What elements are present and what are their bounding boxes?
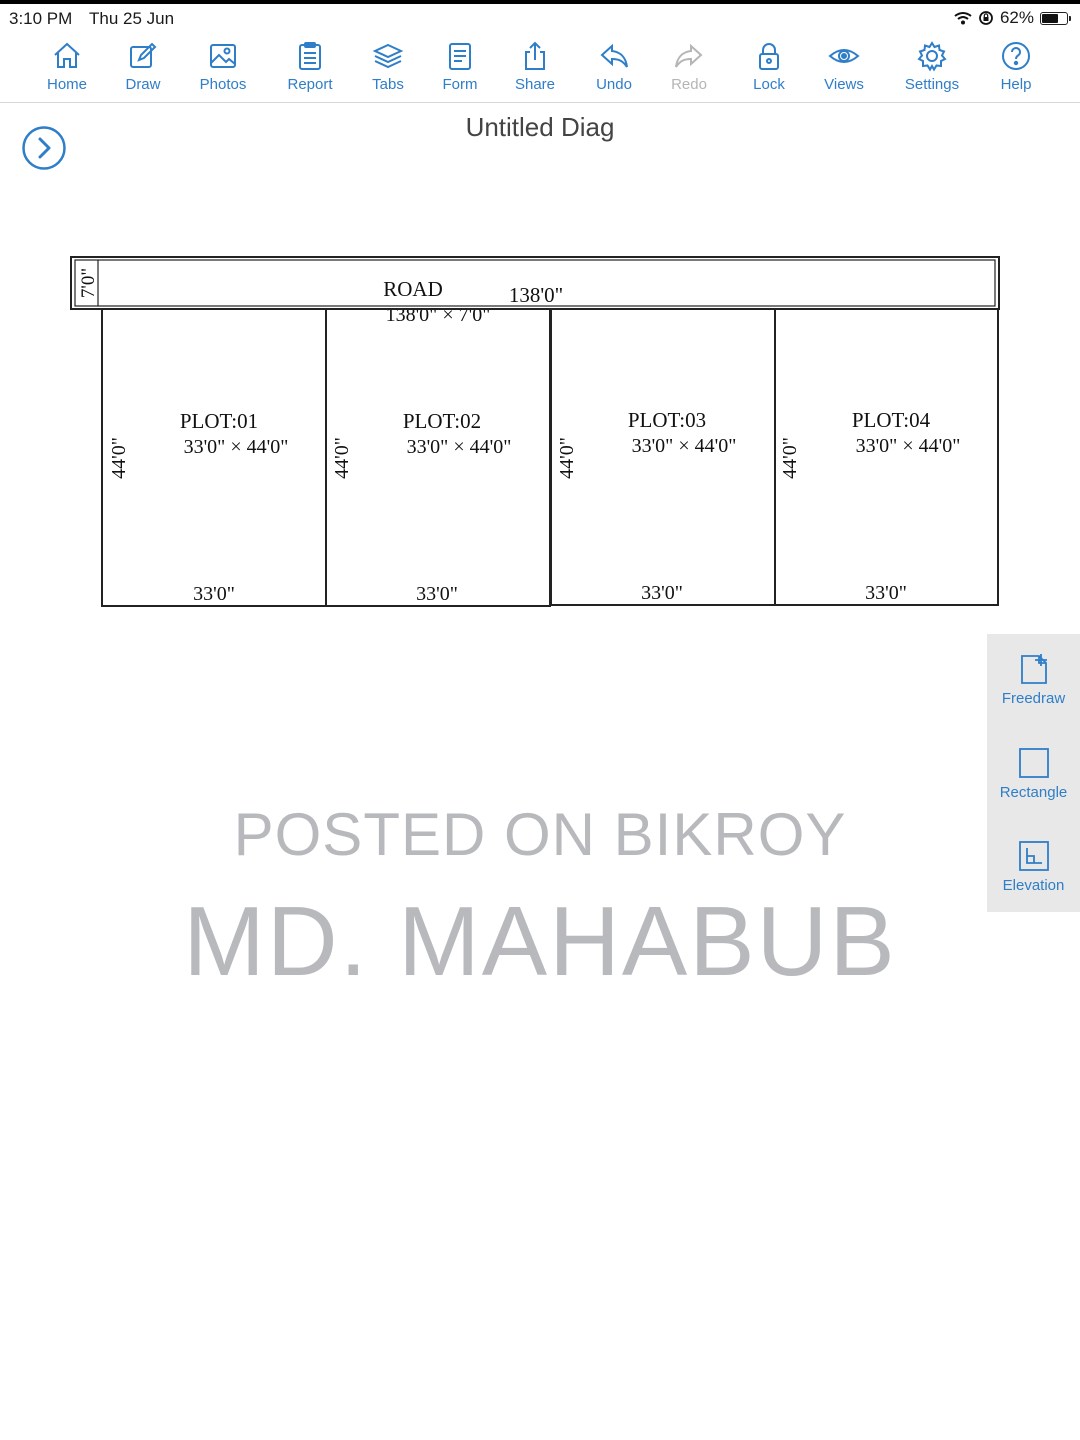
plot-1-depth: 44'0" <box>108 437 130 479</box>
road[interactable]: ROAD 138'0" 7'0" <box>70 256 1000 310</box>
side-tool-label: Rectangle <box>999 784 1068 801</box>
plot-4-size: 33'0" × 44'0" <box>856 435 961 457</box>
plot-3[interactable]: PLOT:03 33'0" × 44'0" 44'0" 33'0" <box>550 308 776 606</box>
plot-1-size: 33'0" × 44'0" <box>184 436 289 458</box>
watermark-line-1: POSTED ON BIKROY <box>233 801 847 868</box>
freedraw-button[interactable]: Freedraw <box>987 652 1080 707</box>
plot-3-size: 33'0" × 44'0" <box>632 435 737 457</box>
plot-3-depth: 44'0" <box>556 437 578 479</box>
plot-2-size: 33'0" × 44'0" <box>407 436 512 458</box>
rectangle-button[interactable]: Rectangle <box>987 746 1080 801</box>
plot-2-depth: 44'0" <box>331 437 353 479</box>
plot-1[interactable]: PLOT:01 33'0" × 44'0" 44'0" 33'0" <box>101 308 327 607</box>
rectangle-icon <box>1018 748 1049 778</box>
shape-tools-panel: Freedraw Rectangle Elevation <box>987 634 1080 912</box>
plot-2[interactable]: PLOT:02 33'0" × 44'0" 44'0" 33'0" <box>325 308 551 607</box>
plot-4-depth: 44'0" <box>779 437 801 479</box>
plot-2-name: PLOT:02 <box>403 409 481 433</box>
plot-3-frontage: 33'0" <box>641 582 683 604</box>
road-label: ROAD <box>383 277 443 301</box>
freedraw-icon <box>1020 654 1047 684</box>
plot-2-frontage: 33'0" <box>416 583 458 605</box>
plot-4-name: PLOT:04 <box>852 408 931 432</box>
site-plan-drawing[interactable]: ROAD 138'0" 7'0" 138'0" × 7'0" PLOT:01 3… <box>0 0 1080 640</box>
road-length: 138'0" <box>509 283 563 307</box>
plot-4[interactable]: PLOT:04 33'0" × 44'0" 44'0" 33'0" <box>774 308 999 606</box>
plot-3-name: PLOT:03 <box>628 408 706 432</box>
plot-1-name: PLOT:01 <box>180 409 258 433</box>
plot-1-frontage: 33'0" <box>193 583 235 605</box>
watermark-line-2: MD. MAHABUB <box>183 886 897 996</box>
road-area-label: 138'0" × 7'0" <box>386 304 491 326</box>
road-width: 7'0" <box>78 268 99 298</box>
side-tool-label: Freedraw <box>1001 690 1066 707</box>
plot-4-frontage: 33'0" <box>865 582 907 604</box>
